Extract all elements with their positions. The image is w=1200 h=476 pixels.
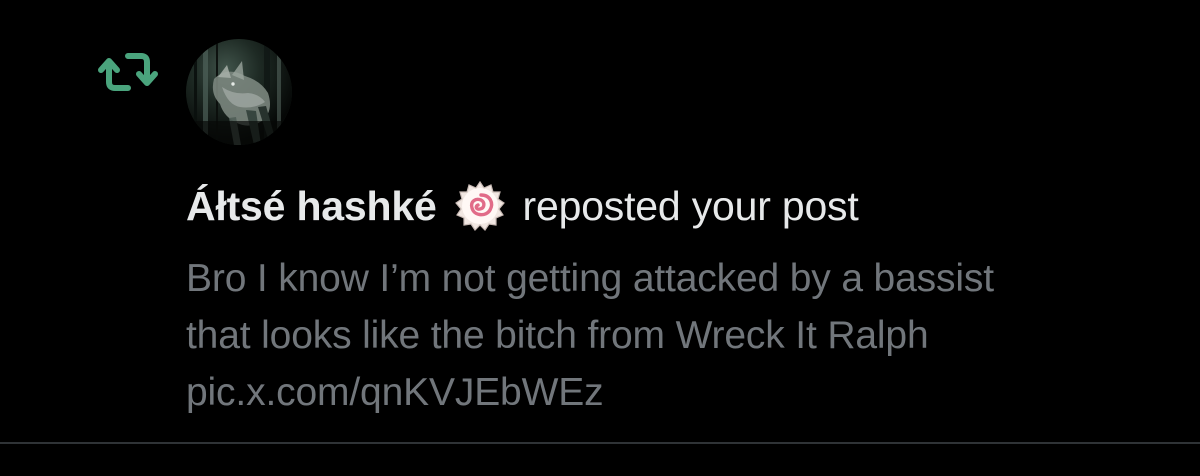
repost-action-text: reposted your post <box>522 182 859 229</box>
repost-icon <box>98 53 158 91</box>
fish-cake-swirl-emoji-icon <box>454 180 505 231</box>
avatar[interactable] <box>186 39 292 145</box>
post-text-line-2: that looks like the bitch from Wreck It … <box>186 314 929 357</box>
repost-notification[interactable]: Áłtsé hashké reposted your post Bro I kn… <box>0 0 1200 444</box>
reposted-post-text[interactable]: Bro I know I’m not getting attacked by a… <box>186 250 1176 421</box>
repost-summary: Áłtsé hashké reposted your post <box>186 176 859 236</box>
post-text-line-1: Bro I know I’m not getting attacked by a… <box>186 257 994 300</box>
user-name[interactable]: Áłtsé hashké <box>186 185 437 227</box>
post-media-link[interactable]: pic.x.com/qnKVJEbWEz <box>186 364 1176 421</box>
